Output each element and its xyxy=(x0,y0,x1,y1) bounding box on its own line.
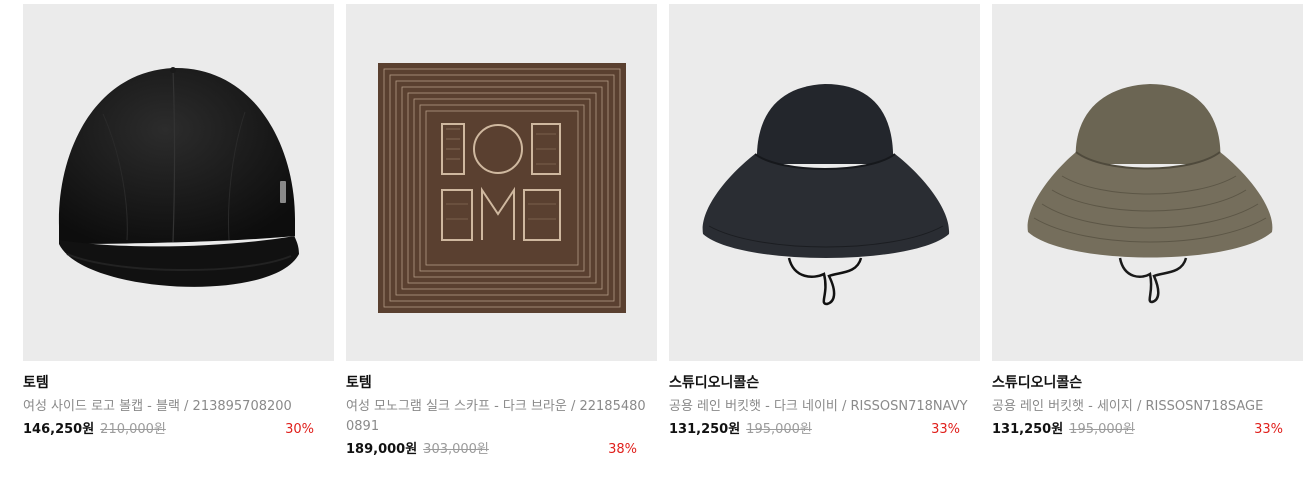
price-row: 131,250원 195,000원 33% xyxy=(669,420,980,440)
product-name[interactable]: 공용 레인 버킷햇 - 다크 네이비 / RISSOSN718NAVY xyxy=(669,397,980,417)
product-brand[interactable]: 토템 xyxy=(23,374,334,392)
product-image[interactable] xyxy=(992,4,1303,361)
original-price: 303,000원 xyxy=(423,442,489,457)
product-image[interactable] xyxy=(23,4,334,361)
price-row: 146,250원 210,000원 30% xyxy=(23,420,334,440)
product-name[interactable]: 여성 모노그램 실크 스카프 - 다크 브라운 / 221854800891 xyxy=(346,397,657,437)
price-row: 131,250원 195,000원 33% xyxy=(992,420,1303,440)
sale-price: 131,250원 xyxy=(992,422,1064,437)
price-row: 189,000원 303,000원 38% xyxy=(346,440,657,460)
discount-rate: 33% xyxy=(1254,422,1283,437)
sale-price: 146,250원 xyxy=(23,422,95,437)
original-price: 195,000원 xyxy=(746,422,812,437)
discount-rate: 30% xyxy=(285,422,314,437)
navy-bucket-hat-icon xyxy=(702,84,950,306)
sage-bucket-hat-icon xyxy=(1027,84,1273,304)
sale-price: 131,250원 xyxy=(669,422,741,437)
discount-rate: 33% xyxy=(931,422,960,437)
sale-price: 189,000원 xyxy=(346,442,418,457)
product-brand[interactable]: 스튜디오니콜슨 xyxy=(992,374,1303,392)
discount-rate: 38% xyxy=(608,442,637,457)
product-image[interactable] xyxy=(669,4,980,361)
original-price: 195,000원 xyxy=(1069,422,1135,437)
product-image[interactable] xyxy=(346,4,657,361)
brown-monogram-silk-scarf-icon xyxy=(378,63,626,313)
product-card[interactable]: 스튜디오니콜슨 공용 레인 버킷햇 - 다크 네이비 / RISSOSN718N… xyxy=(669,4,980,440)
product-card[interactable]: 토템 여성 모노그램 실크 스카프 - 다크 브라운 / 22185480089… xyxy=(346,4,657,460)
black-baseball-cap-icon xyxy=(58,67,299,287)
product-brand[interactable]: 토템 xyxy=(346,374,657,392)
product-name[interactable]: 여성 사이드 로고 볼캡 - 블랙 / 213895708200 xyxy=(23,397,334,417)
product-card[interactable]: 토템 여성 사이드 로고 볼캡 - 블랙 / 213895708200 146,… xyxy=(23,4,334,440)
product-card[interactable]: 스튜디오니콜슨 공용 레인 버킷햇 - 세이지 / RISSOSN718SAGE… xyxy=(992,4,1303,440)
product-brand[interactable]: 스튜디오니콜슨 xyxy=(669,374,980,392)
product-name[interactable]: 공용 레인 버킷햇 - 세이지 / RISSOSN718SAGE xyxy=(992,397,1303,417)
original-price: 210,000원 xyxy=(100,422,166,437)
